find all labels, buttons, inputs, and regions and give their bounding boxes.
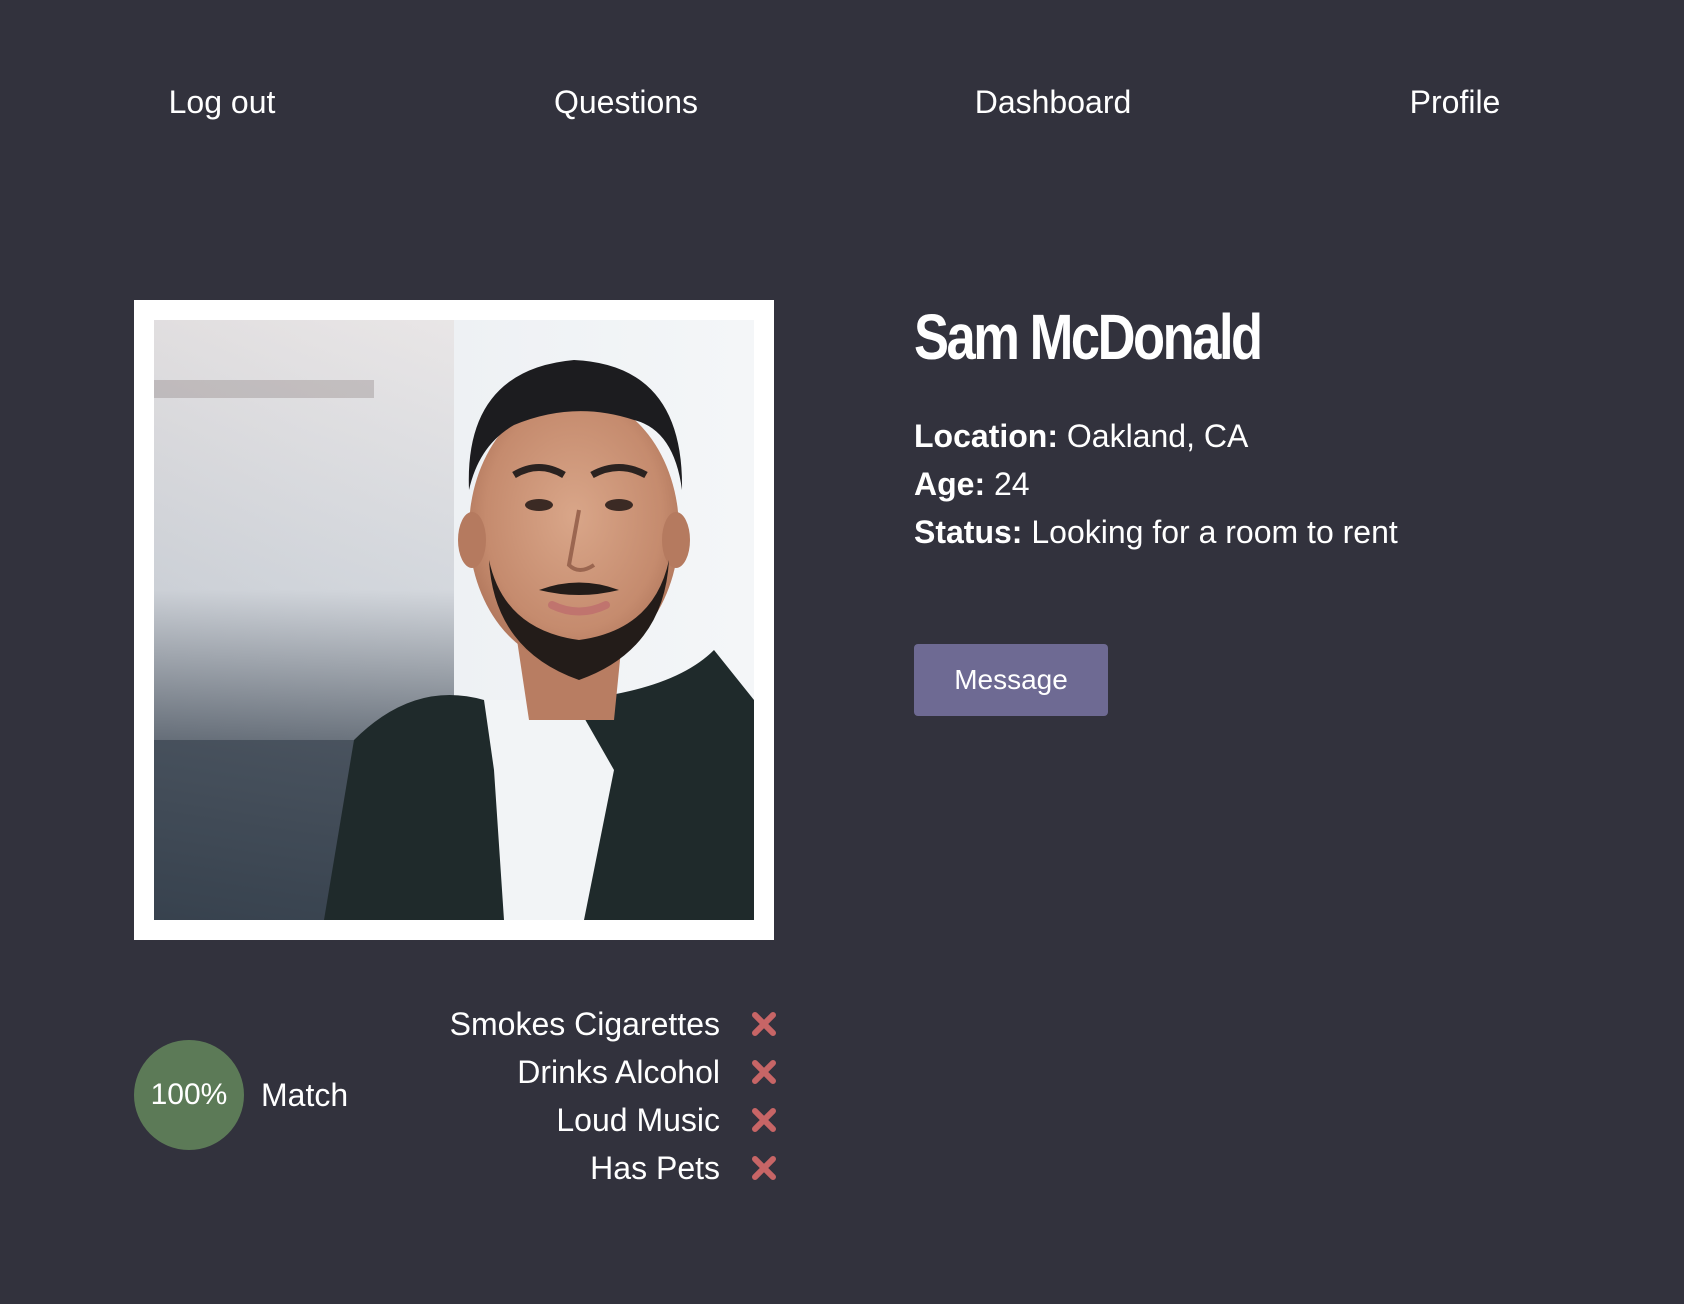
nav-logout[interactable]: Log out bbox=[169, 80, 276, 124]
x-icon bbox=[752, 1108, 776, 1132]
profile-info: Location: Oakland, CA Age: 24 Status: Lo… bbox=[914, 412, 1398, 556]
preference-label: Drinks Alcohol bbox=[517, 1053, 720, 1090]
nav-profile[interactable]: Profile bbox=[1410, 80, 1501, 124]
location-row: Location: Oakland, CA bbox=[914, 412, 1398, 460]
preference-label: Has Pets bbox=[590, 1149, 720, 1186]
age-value: 24 bbox=[994, 466, 1030, 502]
location-value: Oakland, CA bbox=[1066, 418, 1249, 454]
age-row: Age: 24 bbox=[914, 460, 1398, 508]
x-icon bbox=[752, 1012, 776, 1036]
preference-item: Drinks Alcohol bbox=[400, 1048, 778, 1096]
preference-label: Loud Music bbox=[556, 1101, 720, 1138]
message-button[interactable]: Message bbox=[914, 644, 1108, 716]
top-nav: Log out Questions Dashboard Profile bbox=[0, 80, 1684, 130]
x-icon bbox=[752, 1060, 776, 1084]
nav-dashboard[interactable]: Dashboard bbox=[975, 80, 1132, 124]
preference-item: Loud Music bbox=[400, 1096, 778, 1144]
preference-item: Has Pets bbox=[400, 1144, 778, 1192]
x-icon bbox=[752, 1156, 776, 1180]
profile-photo bbox=[154, 320, 754, 920]
status-label: Status: bbox=[914, 514, 1023, 550]
nav-questions[interactable]: Questions bbox=[554, 80, 698, 124]
location-label: Location: bbox=[914, 418, 1058, 454]
status-row: Status: Looking for a room to rent bbox=[914, 508, 1398, 556]
profile-photo-frame bbox=[134, 300, 774, 940]
match-label: Match bbox=[261, 1077, 349, 1113]
preference-label: Smokes Cigarettes bbox=[449, 1005, 720, 1042]
profile-name: Sam McDonald bbox=[914, 301, 1263, 373]
portrait-illustration bbox=[154, 320, 754, 920]
match-percent-badge: 100% bbox=[134, 1040, 244, 1150]
preference-list: Smokes Cigarettes Drinks Alcohol Loud Mu… bbox=[400, 1000, 778, 1192]
preference-item: Smokes Cigarettes bbox=[400, 1000, 778, 1048]
age-label: Age: bbox=[914, 466, 986, 502]
status-value: Looking for a room to rent bbox=[1031, 514, 1398, 550]
match-percent: 100% bbox=[150, 1078, 228, 1111]
